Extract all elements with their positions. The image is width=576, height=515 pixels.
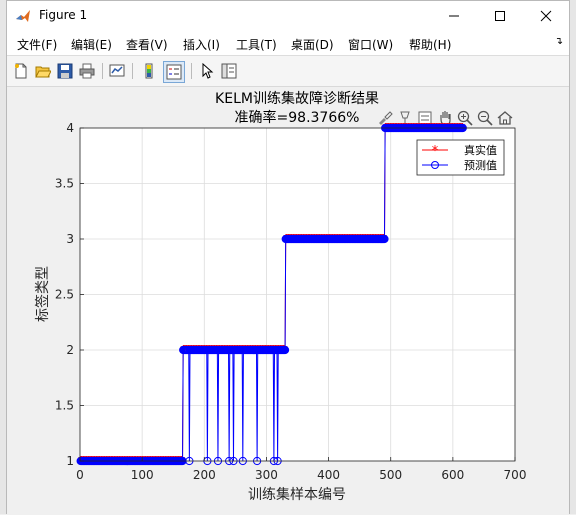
toolbar-separator	[102, 63, 103, 79]
menu-help[interactable]: 帮助(H)	[409, 36, 451, 53]
title-bar[interactable]: Figure 1	[7, 1, 569, 31]
property-inspector-icon[interactable]	[219, 61, 239, 81]
figure-canvas	[7, 87, 569, 515]
menu-insert[interactable]: 插入(I)	[183, 36, 220, 53]
open-icon[interactable]	[33, 61, 53, 81]
new-figure-icon[interactable]	[11, 61, 31, 81]
toolbar-separator	[191, 63, 192, 79]
figure-window: Figure 1 文件(F) 编辑(E) 查看(V) 插入(I) 工具(T) 桌…	[6, 0, 570, 515]
menu-edit[interactable]: 编辑(E)	[71, 36, 112, 53]
menu-tools[interactable]: 工具(T)	[236, 36, 277, 53]
data-tip-icon[interactable]	[396, 109, 414, 127]
minimize-button[interactable]	[431, 1, 477, 31]
print-icon[interactable]	[77, 61, 97, 81]
zoom-in-icon[interactable]	[456, 109, 474, 127]
pan-icon[interactable]	[436, 109, 454, 127]
menu-desktop[interactable]: 桌面(D)	[291, 36, 334, 53]
brush-icon[interactable]	[376, 109, 394, 127]
link-plot-icon[interactable]	[107, 61, 127, 81]
save-icon[interactable]	[55, 61, 75, 81]
background-window-strip-right	[570, 0, 576, 514]
home-icon[interactable]	[496, 109, 514, 127]
colorbar-icon[interactable]	[139, 61, 159, 81]
legend-icon[interactable]	[163, 61, 185, 83]
menu-bar: 文件(F) 编辑(E) 查看(V) 插入(I) 工具(T) 桌面(D) 窗口(W…	[7, 31, 569, 56]
figure-toolbar	[7, 56, 569, 87]
menu-overflow-icon[interactable]: ↴	[555, 36, 563, 47]
maximize-button[interactable]	[477, 1, 523, 31]
zoom-out-icon[interactable]	[476, 109, 494, 127]
matlab-icon	[15, 8, 31, 24]
toolbar-separator	[132, 63, 133, 79]
menu-window[interactable]: 窗口(W)	[348, 36, 393, 53]
close-button[interactable]	[523, 1, 569, 31]
window-title: Figure 1	[39, 8, 88, 22]
menu-file[interactable]: 文件(F)	[17, 36, 57, 53]
edit-plot-icon[interactable]	[197, 61, 217, 81]
restore-icon[interactable]	[416, 109, 434, 127]
menu-view[interactable]: 查看(V)	[126, 36, 168, 53]
